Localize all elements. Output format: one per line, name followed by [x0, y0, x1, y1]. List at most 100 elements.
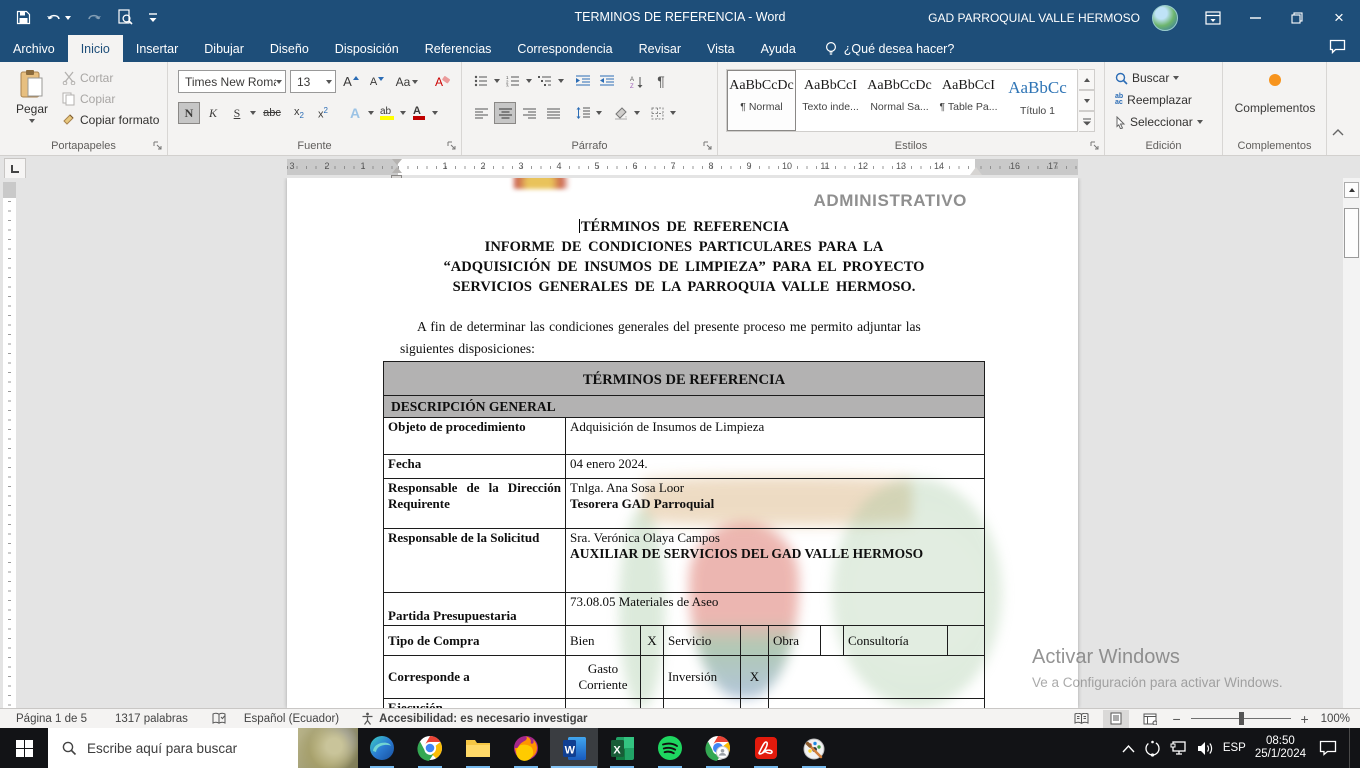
paragraph-dialog-launcher-icon[interactable] — [703, 141, 713, 151]
account-name[interactable]: GAD PARROQUIAL VALLE HERMOSO — [928, 11, 1140, 25]
taskbar-edge-icon[interactable] — [358, 728, 406, 768]
right-indent-marker[interactable] — [970, 167, 982, 175]
taskbar-chrome-icon[interactable] — [406, 728, 454, 768]
tab-dibujar[interactable]: Dibujar — [191, 35, 257, 62]
taskbar-spotify-icon[interactable] — [646, 728, 694, 768]
shading-icon[interactable] — [610, 102, 632, 124]
style-normal-sangria[interactable]: AaBbCcDc Normal Sa... — [865, 70, 934, 131]
accessibility-status[interactable]: Accesibilidad: es necesario investigar — [361, 712, 587, 725]
zoom-in-button[interactable]: + — [1299, 711, 1311, 727]
justify-icon[interactable] — [542, 102, 564, 124]
clear-formatting-button[interactable]: A — [432, 71, 454, 93]
change-case-button[interactable]: Aa — [392, 71, 422, 93]
search-highlight-image[interactable] — [298, 728, 358, 768]
language-tray[interactable]: ESP — [1223, 742, 1246, 754]
style-table-paragraph[interactable]: AaBbCcI ¶ Table Pa... — [934, 70, 1003, 131]
zoom-out-button[interactable]: − — [1171, 711, 1183, 727]
underline-dropdown-icon[interactable] — [250, 111, 256, 115]
vertical-ruler[interactable] — [3, 182, 16, 708]
taskbar-search[interactable] — [48, 728, 358, 768]
taskbar-acrobat-icon[interactable] — [742, 728, 790, 768]
search-input[interactable] — [87, 741, 298, 756]
comments-icon[interactable] — [1329, 39, 1346, 54]
clipboard-dialog-launcher-icon[interactable] — [153, 141, 163, 151]
ribbon-display-options-icon[interactable] — [1192, 0, 1234, 35]
document-page[interactable]: ADMINISTRATIVO TÉRMINOS DE REFERENCIA IN… — [287, 178, 1078, 708]
styles-gallery-more-icon[interactable] — [1079, 111, 1095, 132]
undo-dropdown-icon[interactable] — [65, 16, 71, 20]
save-icon[interactable] — [16, 10, 31, 25]
scrollbar-thumb[interactable] — [1344, 208, 1359, 258]
start-button[interactable] — [0, 728, 48, 768]
font-size-combo[interactable]: 13 — [290, 70, 336, 93]
scroll-up-icon[interactable] — [1344, 182, 1359, 198]
grow-font-button[interactable]: A — [340, 71, 362, 93]
sort-icon[interactable]: AZ — [626, 70, 648, 92]
multilevel-list-icon[interactable] — [534, 70, 556, 92]
text-effects-dropdown-icon[interactable] — [368, 111, 374, 115]
tab-revisar[interactable]: Revisar — [626, 35, 694, 62]
select-button[interactable]: Seleccionar — [1115, 115, 1203, 129]
numbering-icon[interactable]: 123 — [502, 70, 524, 92]
highlight-dropdown-icon[interactable] — [400, 111, 406, 115]
font-color-dropdown-icon[interactable] — [432, 111, 438, 115]
terms-table[interactable]: TÉRMINOS DE REFERENCIA DESCRIPCIÓN GENER… — [383, 361, 985, 708]
highlight-button[interactable]: ab — [376, 102, 398, 124]
font-name-combo[interactable]: Times New Roma — [178, 70, 286, 93]
close-button[interactable]: × — [1318, 0, 1360, 35]
italic-button[interactable]: K — [202, 102, 224, 124]
tray-chevron-icon[interactable] — [1122, 744, 1135, 753]
find-button[interactable]: Buscar — [1115, 71, 1203, 85]
addins-button[interactable]: Complementos — [1223, 74, 1327, 115]
taskbar-chrome-profile-icon[interactable] — [694, 728, 742, 768]
paste-button[interactable]: Pegar — [10, 69, 54, 135]
tab-correspondencia[interactable]: Correspondencia — [504, 35, 625, 62]
zoom-slider-thumb[interactable] — [1239, 712, 1244, 725]
font-dialog-launcher-icon[interactable] — [447, 141, 457, 151]
tab-vista[interactable]: Vista — [694, 35, 748, 62]
action-center-icon[interactable] — [1319, 740, 1337, 756]
horizontal-ruler[interactable]: 3 2 1 1 2 3 4 5 6 7 8 9 10 11 12 13 14 1… — [287, 159, 1078, 175]
taskbar-file-explorer-icon[interactable] — [454, 728, 502, 768]
taskbar-excel-icon[interactable]: X — [598, 728, 646, 768]
zoom-level[interactable]: 100% — [1321, 713, 1350, 725]
strikethrough-button[interactable]: abc — [258, 102, 286, 124]
minimize-button[interactable] — [1234, 0, 1276, 35]
taskbar-paint-icon[interactable] — [790, 728, 838, 768]
bullets-dropdown-icon[interactable] — [494, 79, 500, 83]
read-mode-icon[interactable] — [1069, 710, 1095, 728]
tray-onedrive-icon[interactable] — [1144, 740, 1161, 757]
shrink-font-button[interactable]: A — [366, 71, 388, 93]
web-layout-icon[interactable] — [1137, 710, 1163, 728]
increase-indent-icon[interactable] — [596, 70, 618, 92]
restore-button[interactable] — [1276, 0, 1318, 35]
borders-dropdown-icon[interactable] — [670, 111, 676, 115]
styles-scroll-up-icon[interactable] — [1079, 69, 1095, 90]
decrease-indent-icon[interactable] — [572, 70, 594, 92]
tell-me-box[interactable]: ¿Qué desea hacer? — [825, 35, 955, 62]
tab-ayuda[interactable]: Ayuda — [748, 35, 809, 62]
line-spacing-icon[interactable] — [572, 102, 594, 124]
undo-icon[interactable] — [46, 11, 71, 25]
styles-dialog-launcher-icon[interactable] — [1090, 141, 1100, 151]
underline-button[interactable]: S — [226, 102, 248, 124]
format-painter-button[interactable]: Copiar formato — [62, 113, 159, 127]
taskbar-word-icon[interactable]: W — [550, 728, 598, 768]
tab-diseno[interactable]: Diseño — [257, 35, 322, 62]
text-effects-button[interactable]: A — [344, 102, 366, 124]
multilevel-dropdown-icon[interactable] — [558, 79, 564, 83]
tab-insertar[interactable]: Insertar — [123, 35, 191, 62]
tab-archivo[interactable]: Archivo — [0, 35, 68, 62]
clock[interactable]: 08:50 25/1/2024 — [1255, 735, 1306, 761]
proofing-icon[interactable] — [212, 712, 226, 725]
vertical-scrollbar[interactable] — [1343, 178, 1360, 708]
first-line-indent-marker[interactable] — [392, 159, 402, 173]
print-preview-icon[interactable] — [117, 9, 133, 26]
style-titulo-1[interactable]: AaBbCc Título 1 — [1003, 70, 1072, 131]
align-left-icon[interactable] — [470, 102, 492, 124]
tab-selector[interactable] — [4, 158, 26, 180]
style-texto-independiente[interactable]: AaBbCcI Texto inde... — [796, 70, 865, 131]
print-layout-icon[interactable] — [1103, 710, 1129, 728]
collapse-ribbon-icon[interactable] — [1332, 128, 1344, 136]
bold-button[interactable]: N — [178, 102, 200, 124]
